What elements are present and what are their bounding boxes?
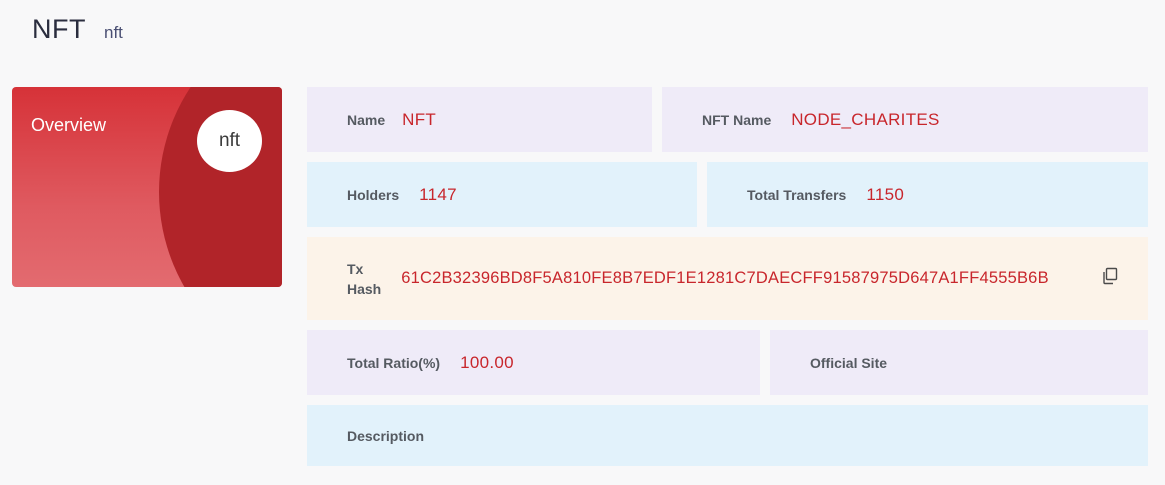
tx-hash-value: 61C2B32396BD8F5A810FE8B7EDF1E1281C7DAECF…	[401, 269, 1049, 287]
total-transfers-value: 1150	[866, 184, 905, 204]
total-ratio-field: Total Ratio(%) 100.00	[307, 330, 760, 395]
total-transfers-label: Total Transfers	[747, 186, 847, 203]
holders-label: Holders	[347, 186, 400, 203]
page-header: NFT nft	[32, 14, 123, 45]
description-field: Description	[307, 405, 1148, 466]
holders-field: Holders 1147	[307, 162, 697, 227]
overview-card: Overview nft	[12, 87, 282, 287]
page-title: NFT	[32, 14, 86, 44]
nft-name-field: NFT Name NODE_CHARITES	[662, 87, 1148, 152]
official-site-label: Official Site	[810, 354, 888, 371]
name-field: Name NFT	[307, 87, 652, 152]
description-label: Description	[347, 427, 425, 444]
tx-hash-label-line2: Hash	[347, 280, 382, 297]
copy-icon[interactable]	[1101, 267, 1119, 285]
name-value: NFT	[402, 109, 437, 129]
nft-name-value: NODE_CHARITES	[791, 109, 940, 129]
holders-value: 1147	[419, 184, 457, 204]
total-transfers-field: Total Transfers 1150	[707, 162, 1148, 227]
avatar: nft	[197, 110, 262, 172]
official-site-field: Official Site	[770, 330, 1148, 395]
total-ratio-value: 100.00	[460, 352, 514, 372]
tx-hash-label-line1: Tx	[347, 260, 364, 277]
nft-name-label: NFT Name	[702, 111, 772, 128]
tx-hash-field: Tx Hash 61C2B32396BD8F5A810FE8B7EDF1E128…	[307, 237, 1148, 320]
total-ratio-label: Total Ratio(%)	[347, 354, 441, 371]
tx-hash-label: Tx Hash	[347, 259, 381, 299]
page-subtitle: nft	[103, 23, 123, 42]
name-label: Name	[347, 111, 386, 128]
overview-label: Overview	[31, 115, 107, 135]
